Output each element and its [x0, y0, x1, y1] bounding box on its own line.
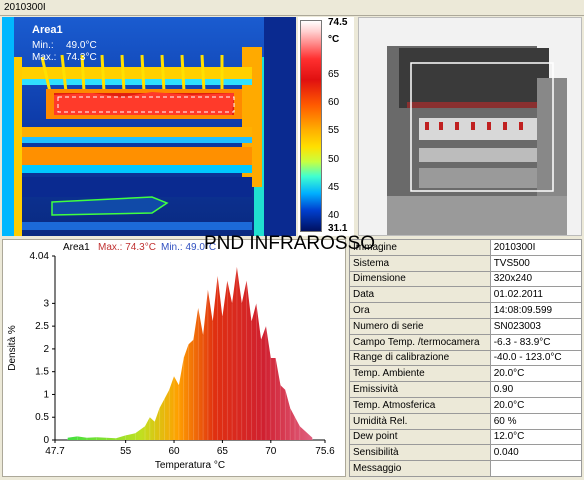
info-row: Data 01.02.2011	[349, 286, 583, 304]
info-value: 2010300I	[489, 239, 583, 256]
x-tick-label: 55	[120, 446, 132, 457]
info-value: 20.0°C	[489, 365, 583, 383]
histogram-panel: 4.04 3 2.5 2 1.5 1 0.5 0 47.7 55 60 65 70 75.6 Tempera…	[2, 239, 346, 477]
x-axis-label: Temperatura °C	[155, 460, 225, 471]
info-key: Umidità Rel.	[349, 412, 491, 430]
info-key: Dew point	[349, 428, 491, 446]
y-tick-label: 4.04	[30, 251, 50, 262]
info-key: Numero di serie	[349, 317, 491, 335]
image-info-panel: Immagine 2010300I Sistema TVS500 Dimensione 3…	[349, 239, 583, 477]
info-key: Sensibilità	[349, 444, 491, 462]
info-value: 0.040	[489, 444, 583, 462]
y-tick-label: 1.5	[35, 367, 49, 378]
info-key: Range di calibrazione	[349, 349, 491, 367]
info-key: Data	[349, 286, 491, 304]
info-row: Range di calibrazione -40.0 - 123.0°C	[349, 349, 583, 367]
info-key: Temp. Atmosferica	[349, 396, 491, 414]
x-tick-label: 65	[217, 446, 229, 457]
histogram-legend-max: Max.: 74.3°C	[98, 242, 156, 253]
info-value: 60 %	[489, 412, 583, 430]
info-key: Emissività	[349, 381, 491, 398]
x-tick-label: 60	[168, 446, 180, 457]
scale-unit: °C	[328, 34, 340, 45]
visual-photo-canvas	[359, 18, 581, 235]
info-key: Messaggio	[349, 460, 491, 477]
info-key: Campo Temp. /termocamera	[349, 333, 491, 351]
info-row: Ora 14:08:09.599	[349, 302, 583, 319]
info-row: Dew point 12.0°C	[349, 428, 583, 446]
info-key: Ora	[349, 302, 491, 319]
thermal-min-label: Min.:	[32, 40, 54, 51]
scale-tick: 40	[328, 210, 340, 221]
info-value: 14:08:09.599	[489, 302, 583, 319]
info-row: Umidità Rel. 60 %	[349, 412, 583, 430]
y-tick-label: 2	[43, 344, 49, 355]
info-value: 320x240	[489, 270, 583, 288]
visual-photo[interactable]	[358, 17, 582, 236]
info-key: Temp. Ambiente	[349, 365, 491, 383]
x-tick-label: 70	[265, 446, 277, 457]
scale-tick: 45	[328, 182, 340, 193]
y-tick-label: 1	[43, 389, 49, 400]
temperature-scale: 74.5 °C 65 60 55 50 45 40 31.1	[298, 17, 354, 236]
y-axis-label: Densità %	[7, 325, 18, 371]
y-tick-label: 0.5	[35, 412, 49, 423]
overlay-title: PND INFRAROSSO	[204, 233, 376, 254]
thermal-image[interactable]: Area1 Min.: 49.0°C Max.: 74.3°C	[2, 17, 296, 236]
info-row: Temp. Ambiente 20.0°C	[349, 365, 583, 383]
thermal-max-value: 74.3°C	[66, 52, 97, 63]
scale-tick: 50	[328, 154, 340, 165]
scale-max: 74.5	[328, 17, 348, 28]
histogram-legend-area: Area1	[63, 242, 90, 253]
info-value: TVS500	[489, 254, 583, 272]
scale-tick: 55	[328, 125, 340, 136]
info-row: Sistema TVS500	[349, 254, 583, 272]
info-value: -40.0 - 123.0°C	[489, 349, 583, 367]
info-value: 12.0°C	[489, 428, 583, 446]
info-value: 0.90	[489, 381, 583, 398]
info-value: -6.3 - 83.9°C	[489, 333, 583, 351]
image-info-table: Immagine 2010300I Sistema TVS500 Dimensione 3…	[349, 239, 583, 477]
info-row: Campo Temp. /termocamera -6.3 - 83.9°C	[349, 333, 583, 351]
info-row: Messaggio	[349, 460, 583, 477]
info-value	[489, 460, 583, 477]
thermal-max-label: Max.:	[32, 52, 57, 63]
info-row: Dimensione 320x240	[349, 270, 583, 288]
info-row: Immagine 2010300I	[349, 239, 583, 256]
scale-tick: 65	[328, 69, 340, 80]
info-value: 20.0°C	[489, 396, 583, 414]
info-value: 01.02.2011	[489, 286, 583, 304]
info-row: Emissività 0.90	[349, 381, 583, 398]
scale-gradient	[300, 20, 322, 232]
info-row: Temp. Atmosferica 20.0°C	[349, 396, 583, 414]
histogram-chart: 4.04 3 2.5 2 1.5 1 0.5 047.7 55 60 65 70 75.6 Tempera…	[7, 251, 335, 471]
thermal-min-value: 49.0°C	[66, 40, 97, 51]
y-tick-label: 0	[43, 435, 49, 446]
y-tick-label: 3	[43, 298, 49, 309]
y-tick-label: 2.5	[35, 321, 49, 332]
scale-tick: 60	[328, 97, 340, 108]
info-key: Dimensione	[349, 270, 491, 288]
x-tick-label: 75.6	[315, 446, 335, 457]
window-title: 2010300I	[0, 0, 584, 16]
x-tick-label: 47.7	[45, 446, 65, 457]
thermal-area-label: Area1	[32, 24, 63, 36]
info-row: Numero di serie SN023003	[349, 317, 583, 335]
info-row: Sensibilità 0.040	[349, 444, 583, 462]
info-key: Sistema	[349, 254, 491, 272]
info-value: SN023003	[489, 317, 583, 335]
